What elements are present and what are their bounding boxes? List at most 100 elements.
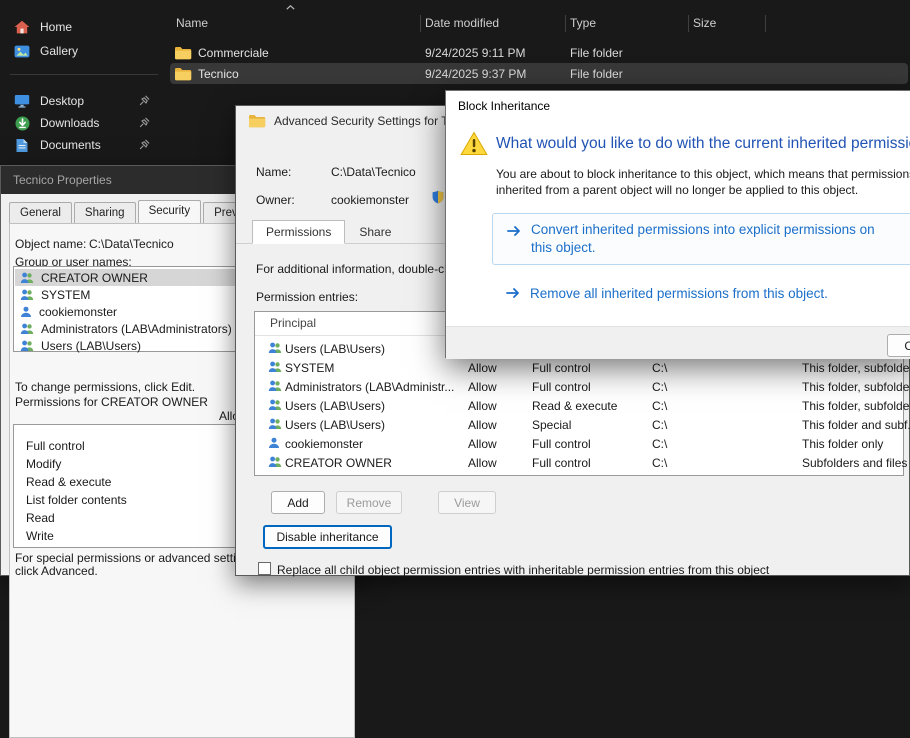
entry-inherited-from: C:\	[652, 456, 667, 470]
dialog-body-line2: inherited from a parent object will no l…	[496, 183, 858, 197]
file-name: Tecnico	[198, 67, 425, 81]
group-icon	[20, 340, 34, 352]
tab-share[interactable]: Share	[345, 220, 405, 244]
group-icon	[268, 456, 282, 468]
entry-access: Full control	[532, 380, 591, 394]
advanced-tabs: Permissions Share	[252, 220, 405, 244]
sidebar-item-downloads[interactable]: Downloads	[4, 111, 162, 135]
entry-inherited-from: C:\	[652, 361, 667, 375]
convert-permissions-command-link[interactable]: Convert inherited permissions into expli…	[492, 213, 910, 265]
permission-item[interactable]: Read	[26, 511, 55, 525]
permission-item[interactable]: Write	[26, 529, 54, 543]
dialog-titlebar[interactable]: Block Inheritance	[446, 91, 910, 121]
tab-permissions[interactable]: Permissions	[252, 220, 345, 244]
pin-icon[interactable]	[139, 117, 150, 128]
tab-security[interactable]: Security	[138, 200, 202, 223]
group-icon	[268, 399, 282, 411]
file-row-tecnico[interactable]: Tecnico 9/24/2025 9:37 PM File folder	[170, 63, 908, 84]
sidebar-item-label: Gallery	[40, 44, 78, 58]
group-name: CREATOR OWNER	[41, 271, 148, 285]
column-divider[interactable]	[765, 15, 766, 32]
tab-sharing[interactable]: Sharing	[74, 202, 136, 223]
group-icon	[20, 272, 34, 284]
entry-type: Allow	[468, 456, 497, 470]
cancel-button[interactable]: Cancel	[887, 334, 910, 357]
column-header-date-modified[interactable]: Date modified	[425, 16, 570, 30]
entry-access: Full control	[532, 456, 591, 470]
disable-inheritance-button[interactable]: Disable inheritance	[263, 525, 392, 549]
sidebar-item-desktop[interactable]: Desktop	[4, 89, 162, 113]
permission-entry-row[interactable]: SYSTEM Allow Full control C:\ This folde…	[255, 357, 903, 376]
entry-applies-to: Subfolders and files ...	[802, 456, 910, 470]
remove-permissions-command-link[interactable]: Remove all inherited permissions from th…	[492, 283, 910, 305]
permission-entry-row[interactable]: CREATOR OWNER Allow Full control C:\ Sub…	[255, 452, 903, 471]
column-header-name[interactable]: Name	[176, 16, 425, 30]
permission-item[interactable]: Full control	[26, 439, 85, 453]
permissions-label: Permissions for CREATOR OWNER	[15, 396, 220, 409]
entry-inherited-from: C:\	[652, 418, 667, 432]
column-divider[interactable]	[565, 15, 566, 32]
group-name: SYSTEM	[41, 288, 90, 302]
entry-inherited-from: C:\	[652, 380, 667, 394]
warning-icon	[460, 131, 488, 156]
downloads-icon	[14, 116, 30, 131]
command-link-label: Remove all inherited permissions from th…	[530, 285, 828, 303]
name-value: C:\Data\Tecnico	[331, 165, 416, 179]
group-icon	[268, 418, 282, 430]
pin-icon[interactable]	[139, 95, 150, 106]
view-button[interactable]: View	[438, 491, 496, 514]
entry-type: Allow	[468, 437, 497, 451]
home-icon	[14, 20, 30, 34]
permission-item[interactable]: Read & execute	[26, 475, 111, 489]
replace-permissions-label: Replace all child object permission entr…	[277, 563, 769, 577]
entry-principal: CREATOR OWNER	[285, 456, 392, 470]
permission-entry-row[interactable]: Users (LAB\Users) Allow Read & execute C…	[255, 395, 903, 414]
sidebar-item-gallery[interactable]: Gallery	[4, 39, 162, 63]
sidebar-item-documents[interactable]: Documents	[4, 133, 162, 157]
file-list-header: Name Date modified Type Size	[168, 13, 910, 33]
group-name: Administrators (LAB\Administrators)	[41, 322, 232, 336]
dialog-button-strip: Cancel	[446, 326, 910, 359]
column-header-size[interactable]: Size	[693, 16, 910, 30]
entry-inherited-from: C:\	[652, 437, 667, 451]
object-name-value: C:\Data\Tecnico	[89, 237, 174, 251]
entry-principal: Users (LAB\Users)	[285, 418, 385, 432]
sidebar-item-label: Home	[40, 20, 72, 34]
permission-item[interactable]: List folder contents	[26, 493, 127, 507]
tab-general[interactable]: General	[9, 202, 72, 223]
entry-access: Special	[532, 418, 571, 432]
permission-entry-row[interactable]: Administrators (LAB\Administr... Allow F…	[255, 376, 903, 395]
column-divider[interactable]	[688, 15, 689, 32]
folder-icon	[174, 67, 192, 81]
entries-label: Permission entries:	[256, 290, 358, 304]
file-row-commerciale[interactable]: Commerciale 9/24/2025 9:11 PM File folde…	[170, 42, 908, 63]
add-button[interactable]: Add	[271, 491, 325, 514]
permission-entry-row[interactable]: cookiemonster Allow Full control C:\ Thi…	[255, 433, 903, 452]
sidebar-item-home[interactable]: Home	[4, 15, 162, 39]
file-type: File folder	[570, 46, 908, 60]
entry-principal: Users (LAB\Users)	[285, 342, 385, 356]
column-header-type[interactable]: Type	[570, 16, 693, 30]
dialog-title: Tecnico Properties	[13, 173, 112, 187]
column-header-principal[interactable]: Principal	[270, 316, 316, 330]
name-label: Name:	[256, 165, 291, 179]
object-name-label: Object name:	[15, 237, 86, 251]
entry-type: Allow	[468, 418, 497, 432]
remove-button[interactable]: Remove	[336, 491, 402, 514]
folder-icon	[248, 114, 266, 128]
permission-entry-row[interactable]: Users (LAB\Users) Allow Special C:\ This…	[255, 414, 903, 433]
pin-icon[interactable]	[139, 139, 150, 150]
entry-applies-to: This folder, subfolde...	[802, 399, 910, 413]
entry-applies-to: This folder, subfolde...	[802, 361, 910, 375]
block-inheritance-dialog: Block Inheritance What would you like to…	[445, 90, 910, 358]
column-divider[interactable]	[420, 15, 421, 32]
dialog-heading: What would you like to do with the curre…	[496, 135, 910, 153]
edit-hint: To change permissions, click Edit.	[15, 380, 195, 394]
group-icon	[268, 361, 282, 373]
gallery-icon	[14, 45, 30, 58]
entry-applies-to: This folder, subfolde...	[802, 380, 910, 394]
replace-permissions-checkbox[interactable]	[258, 562, 271, 575]
permission-item[interactable]: Modify	[26, 457, 61, 471]
entry-inherited-from: C:\	[652, 399, 667, 413]
uac-shield-icon	[432, 190, 444, 204]
